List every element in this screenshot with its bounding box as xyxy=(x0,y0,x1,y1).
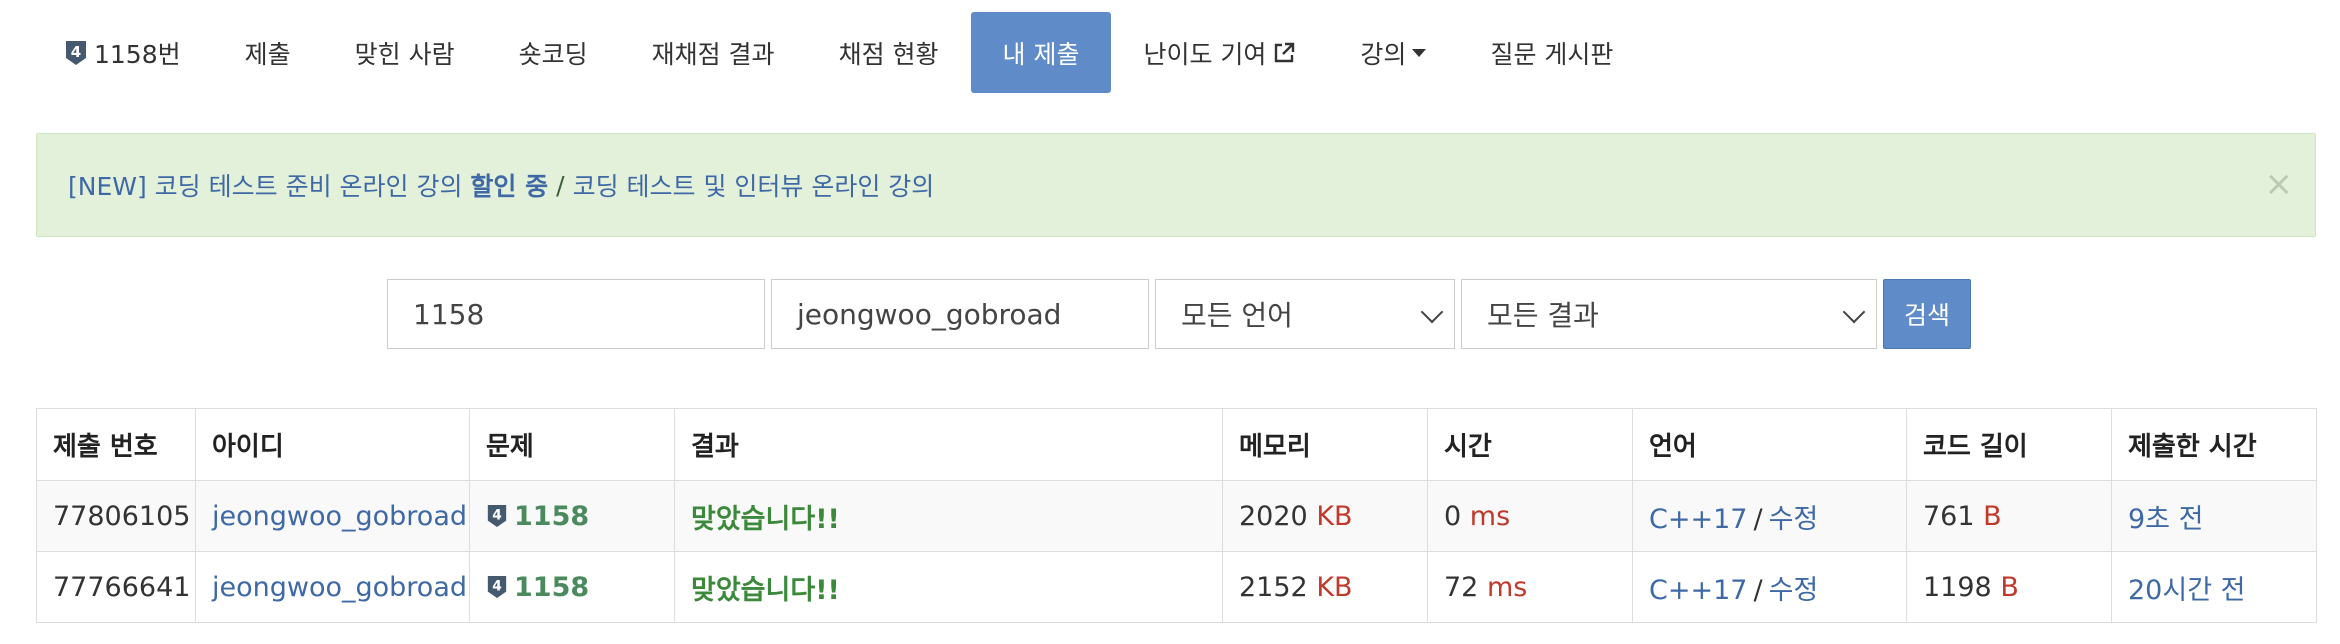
column-header: 문제 xyxy=(469,408,675,481)
language-link[interactable]: C++17 xyxy=(1649,504,1747,535)
result-status: 맞았습니다!! xyxy=(691,503,840,535)
memory-unit: KB xyxy=(1316,571,1353,603)
column-header: 아이디 xyxy=(195,408,470,481)
tab-my-submissions[interactable]: 내 제출 xyxy=(970,12,1112,93)
table-row: 77806105 jeongwoo_gobroad 4 1158 맞았습니다!!… xyxy=(36,480,2317,552)
svg-text:4: 4 xyxy=(492,507,502,523)
problem-nav-tabs: 4 1158번 제출 맞힌 사람 숏코딩 재채점 결과 채점 현황 내 제출 난… xyxy=(36,12,1645,93)
alert-link-interview[interactable]: 코딩 테스트 및 인터뷰 온라인 강의 xyxy=(573,167,935,203)
code-length-unit: B xyxy=(1983,500,2002,532)
result-select-value: 모든 결과 xyxy=(1487,299,1599,332)
edit-link[interactable]: 수정 xyxy=(1769,575,1819,606)
memory-cell: 2020 KB xyxy=(1222,480,1428,552)
column-header: 결과 xyxy=(674,408,1223,481)
language-select-value: 모든 언어 xyxy=(1181,299,1293,332)
svg-text:4: 4 xyxy=(492,578,502,594)
close-icon[interactable]: × xyxy=(2265,164,2294,204)
column-header: 메모리 xyxy=(1222,408,1428,481)
tab-status[interactable]: 채점 현황 xyxy=(807,12,971,93)
submission-id: 77806105 xyxy=(36,480,196,552)
memory-cell: 2152 KB xyxy=(1222,551,1428,623)
tab-difficulty[interactable]: 난이도 기여 xyxy=(1111,12,1328,93)
tab-lecture-dropdown[interactable]: 강의 xyxy=(1328,12,1458,93)
alert-separator: / xyxy=(556,170,565,200)
language-select[interactable]: 모든 언어 xyxy=(1155,279,1455,349)
tier-badge-icon: 4 xyxy=(66,40,86,65)
alert-link-lecture-sale[interactable]: [NEW] 코딩 테스트 준비 온라인 강의 할인 중 xyxy=(68,167,548,203)
problem-link[interactable]: 1158 xyxy=(514,572,589,603)
submitted-time-link[interactable]: 20시간 전 xyxy=(2128,575,2245,606)
table-row: 77766641 jeongwoo_gobroad 4 1158 맞았습니다!!… xyxy=(36,551,2317,623)
memory-unit: KB xyxy=(1316,500,1353,532)
user-id-input[interactable]: jeongwoo_gobroad xyxy=(771,279,1149,349)
tab-solvers[interactable]: 맞힌 사람 xyxy=(323,12,487,93)
tab-problem[interactable]: 4 1158번 xyxy=(36,12,213,93)
user-link[interactable]: jeongwoo_gobroad xyxy=(212,501,467,532)
alert-link-strong: 할인 중 xyxy=(470,172,549,201)
tab-difficulty-label: 난이도 기여 xyxy=(1143,39,1267,69)
time-cell: 72 ms xyxy=(1427,551,1633,623)
submission-id: 77766641 xyxy=(36,551,196,623)
code-length-value: 1198 xyxy=(1923,571,1992,603)
edit-link[interactable]: 수정 xyxy=(1769,504,1819,535)
caret-down-icon xyxy=(1412,48,1427,57)
time-unit: ms xyxy=(1486,571,1528,603)
time-cell: 0 ms xyxy=(1427,480,1633,552)
problem-cell: 4 1158 xyxy=(469,551,675,623)
time-value: 0 xyxy=(1444,500,1462,532)
tab-rejudge[interactable]: 재채점 결과 xyxy=(620,12,807,93)
language-cell: C++17/수정 xyxy=(1632,480,1907,552)
tab-shortcoding[interactable]: 숏코딩 xyxy=(487,12,620,93)
tier-badge-icon: 4 xyxy=(487,575,507,598)
result-select[interactable]: 모든 결과 xyxy=(1461,279,1877,349)
user-link[interactable]: jeongwoo_gobroad xyxy=(212,572,467,603)
column-header: 제출 번호 xyxy=(36,408,196,481)
promo-alert: [NEW] 코딩 테스트 준비 온라인 강의 할인 중 / 코딩 테스트 및 인… xyxy=(36,133,2316,237)
chevron-down-icon xyxy=(1842,300,1866,324)
memory-value: 2152 xyxy=(1239,571,1308,603)
code-length-unit: B xyxy=(2000,571,2019,603)
tier-badge-icon: 4 xyxy=(487,504,507,527)
submission-table: 제출 번호 아이디 문제 결과 메모리 시간 언어 코드 길이 제출한 시간 7… xyxy=(36,408,2317,623)
language-cell: C++17/수정 xyxy=(1632,551,1907,623)
alert-link-text: [NEW] 코딩 테스트 준비 온라인 강의 xyxy=(68,172,471,201)
tab-lecture-label: 강의 xyxy=(1360,39,1407,69)
problem-id-input[interactable]: 1158 xyxy=(387,279,765,349)
column-header: 코드 길이 xyxy=(1906,408,2112,481)
search-button[interactable]: 검색 xyxy=(1883,279,1971,349)
tab-submit[interactable]: 제출 xyxy=(213,12,323,93)
code-length-cell: 1198 B xyxy=(1906,551,2112,623)
column-header: 언어 xyxy=(1632,408,1907,481)
tab-problem-label: 1158번 xyxy=(94,39,181,69)
time-unit: ms xyxy=(1469,500,1511,532)
time-value: 72 xyxy=(1444,571,1479,603)
table-header-row: 제출 번호 아이디 문제 결과 메모리 시간 언어 코드 길이 제출한 시간 xyxy=(36,408,2317,481)
memory-value: 2020 xyxy=(1239,500,1308,532)
code-length-cell: 761 B xyxy=(1906,480,2112,552)
problem-cell: 4 1158 xyxy=(469,480,675,552)
result-status: 맞았습니다!! xyxy=(691,574,840,606)
external-link-icon xyxy=(1275,42,1295,62)
code-length-value: 761 xyxy=(1923,500,1975,532)
submitted-time-link[interactable]: 9초 전 xyxy=(2128,504,2203,535)
column-header: 시간 xyxy=(1427,408,1633,481)
problem-link[interactable]: 1158 xyxy=(514,501,589,532)
tab-board[interactable]: 질문 게시판 xyxy=(1458,12,1645,93)
language-link[interactable]: C++17 xyxy=(1649,575,1747,606)
column-header: 제출한 시간 xyxy=(2111,408,2317,481)
chevron-down-icon xyxy=(1420,300,1444,324)
svg-text:4: 4 xyxy=(71,43,81,61)
